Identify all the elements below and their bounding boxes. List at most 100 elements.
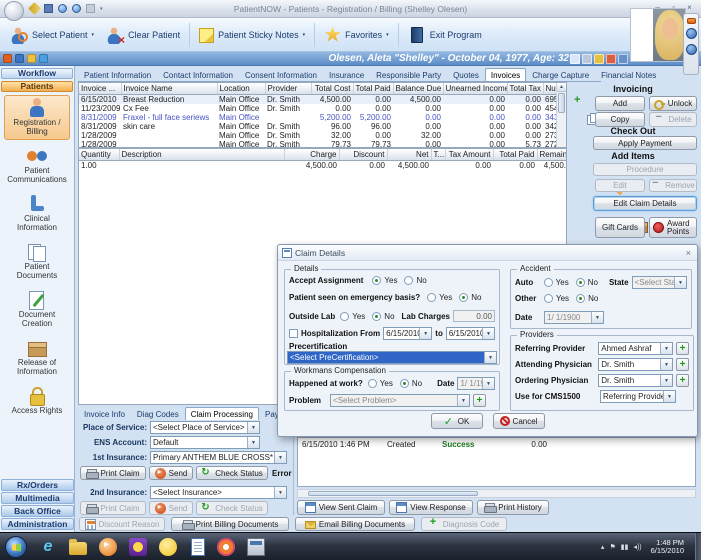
invoice-row[interactable]: 1/28/2009 Main Office Dr. Smith 79.73 79.73 0… <box>79 140 556 147</box>
tab-consent-information[interactable]: Consent Information <box>239 68 323 81</box>
edit-claim-details-button[interactable]: Edit Claim Details <box>593 196 697 211</box>
sidebar-item-clinical-information[interactable]: Clinical Information <box>4 191 70 236</box>
column-header-discount[interactable]: Discount <box>339 149 388 161</box>
sidebar-item-patient-communications[interactable]: Patient Communications <box>4 143 70 188</box>
column-header-net[interactable]: Net <box>387 149 432 161</box>
chevron-down-icon[interactable]: ▾ <box>303 32 306 38</box>
tray-flag-icon[interactable]: ⚑ <box>609 543 615 551</box>
invoice-row[interactable]: 8/31/2009 skin care Main Office Dr. Smith 96… <box>79 122 556 131</box>
banner-pencil-icon[interactable] <box>594 54 604 64</box>
column-header-tax-amount[interactable]: Tax Amount <box>445 149 494 161</box>
accept-assignment-yes-radio[interactable] <box>372 276 382 285</box>
column-header-provider[interactable]: Provider <box>265 83 312 95</box>
add-ordering-physician-button[interactable]: + <box>676 374 689 387</box>
sidebar-section-patients[interactable]: Patients <box>1 81 73 92</box>
award-points-button[interactable]: Award Points <box>649 217 697 238</box>
column-header-total-paid[interactable]: Total Paid <box>493 149 538 161</box>
column-header-balance-due[interactable]: Balance Due <box>393 83 444 95</box>
banner-page-icon[interactable] <box>570 54 580 64</box>
sidebar-section-workflow[interactable]: Workflow <box>1 68 73 79</box>
column-header-invoice-name[interactable]: Invoice Name <box>121 83 218 95</box>
app-window-icon[interactable] <box>247 537 265 556</box>
tray-network-icon[interactable]: ▮▮ <box>621 543 629 551</box>
palette-orange-button[interactable] <box>687 18 696 24</box>
taskbar-clock[interactable]: 1:48 PM 6/15/2010 <box>651 538 684 555</box>
print-billing-documents-button[interactable]: Print Billing Documents <box>171 517 289 531</box>
sidebar-section-administration[interactable]: Administration <box>1 518 74 530</box>
claim-history-row[interactable]: 6/15/2010 1:46 PM Created Success 0.00 <box>298 438 695 451</box>
patient-photo[interactable] <box>653 9 685 61</box>
print-claim-button[interactable]: Print Claim <box>80 466 146 480</box>
column-header-remain[interactable]: Remain <box>537 149 566 161</box>
tab-contact-information[interactable]: Contact Information <box>157 68 239 81</box>
invoice-row[interactable]: 6/15/2010 Breast Reduction Main Office Dr. … <box>79 94 556 104</box>
line-item-row[interactable]: 1.00 4,500.00 0.00 4,500.00 0.00 0.00 4,500. <box>79 161 566 170</box>
column-header-description[interactable]: Description <box>119 149 285 161</box>
add-attending-physician-button[interactable]: + <box>676 358 689 371</box>
sidebar-section-back-office[interactable]: Back Office <box>1 505 74 517</box>
banner-grid-icon[interactable] <box>618 54 628 64</box>
sidebar-section-rx-orders[interactable]: Rx/Orders <box>1 479 74 491</box>
column-header-location[interactable]: Location <box>217 83 266 95</box>
banner-info-icon[interactable] <box>39 54 48 63</box>
invoice-row[interactable]: 8/31/2009 Fraxel - full face seriews Main … <box>79 113 556 122</box>
scroll-thumb[interactable] <box>308 491 478 496</box>
tab-charge-capture[interactable]: Charge Capture <box>526 68 595 81</box>
column-header-invoice[interactable]: Invoice ... <box>79 83 122 95</box>
detail-tab-claim-processing[interactable]: Claim Processing <box>184 407 259 420</box>
palette-camera-button[interactable] <box>686 28 697 39</box>
browser-icon[interactable]: e <box>39 538 57 556</box>
banner-check-icon[interactable] <box>15 54 24 63</box>
column-header-number[interactable]: Number <box>543 83 557 95</box>
chat-purple-icon[interactable] <box>129 537 147 556</box>
add-invoice-button[interactable]: Add <box>595 96 645 111</box>
gift-cards-button[interactable]: Gift Cards <box>595 217 645 238</box>
scroll-thumb[interactable] <box>558 93 565 113</box>
sidebar-section-multimedia[interactable]: Multimedia <box>1 492 74 504</box>
banner-folder-icon[interactable] <box>27 54 36 63</box>
sidebar-item-access-rights[interactable]: Access Rights <box>4 383 70 420</box>
column-header-total-cost[interactable]: Total Cost <box>311 83 354 95</box>
add-referring-provider-button[interactable]: + <box>676 342 689 355</box>
column-header-total-tax[interactable]: Total Tax <box>507 83 544 95</box>
second-insurance-select[interactable]: <Select Insurance> <box>150 486 287 499</box>
detail-tab-payments[interactable]: Payments <box>259 407 278 420</box>
other-yes-radio[interactable] <box>544 294 553 303</box>
unlock-button[interactable]: Unlock <box>649 96 697 111</box>
invoice-row[interactable]: 11/23/2009 Cx Fee Main Office Dr. Smith 0.00… <box>79 104 556 113</box>
tab-financial-notes[interactable]: Financial Notes <box>595 68 662 81</box>
ens-account-select[interactable]: Default <box>150 436 260 449</box>
sidebar-item-registration-billing[interactable]: Registration / Billing <box>4 95 70 140</box>
ordering-physician-select[interactable]: Dr. Smith <box>598 374 673 387</box>
send-claim-button[interactable]: Send <box>149 466 193 480</box>
auto-yes-radio[interactable] <box>543 278 553 287</box>
tab-insurance[interactable]: Insurance <box>323 68 370 81</box>
column-header-total-paid[interactable]: Total Paid <box>353 83 394 95</box>
clear-patient-button[interactable]: Clear Patient <box>100 22 186 48</box>
app-menu-orb[interactable] <box>4 1 24 21</box>
hospitalization-from-date[interactable]: 6/15/2010 <box>383 327 433 340</box>
accept-assignment-no-radio[interactable] <box>404 276 414 285</box>
column-header-t[interactable]: T... <box>431 149 446 161</box>
invoice-row[interactable]: 1/28/2009 Main Office Dr. Smith 32.00 0.00 32… <box>79 131 556 140</box>
detail-tab-diag-codes[interactable]: Diag Codes <box>131 407 185 420</box>
emergency-yes-radio[interactable] <box>427 293 437 302</box>
chevron-down-icon[interactable]: ▾ <box>92 32 95 38</box>
happened-yes-radio[interactable] <box>367 379 377 388</box>
media-player-icon[interactable] <box>99 537 117 556</box>
banner-card-icon[interactable] <box>582 54 592 64</box>
emergency-no-radio[interactable] <box>459 293 469 302</box>
claim-history-list[interactable]: 6/15/2010 1:46 PM Created Success 0.00 <box>297 437 696 487</box>
favorites-button[interactable]: Favorites ▾ <box>318 22 395 48</box>
column-header-quantity[interactable]: Quantity <box>79 149 120 161</box>
column-header-charge[interactable]: Charge <box>284 149 340 161</box>
sidebar-item-document-creation[interactable]: Document Creation <box>4 287 70 332</box>
hospitalization-checkbox[interactable] <box>289 329 298 338</box>
first-insurance-select[interactable]: Primary ANTHEM BLUE CROSS* <box>150 451 287 464</box>
palette-browse-button[interactable] <box>686 44 697 55</box>
sticky-notes-button[interactable]: Patient Sticky Notes ▾ <box>193 22 311 48</box>
place-of-service-select[interactable]: <Select Place of Service> <box>150 421 260 434</box>
outside-lab-yes-radio[interactable] <box>340 311 350 321</box>
tray-volume-icon[interactable]: ◂)) <box>633 543 641 551</box>
sidebar-item-patient-documents[interactable]: Patient Documents <box>4 239 70 284</box>
